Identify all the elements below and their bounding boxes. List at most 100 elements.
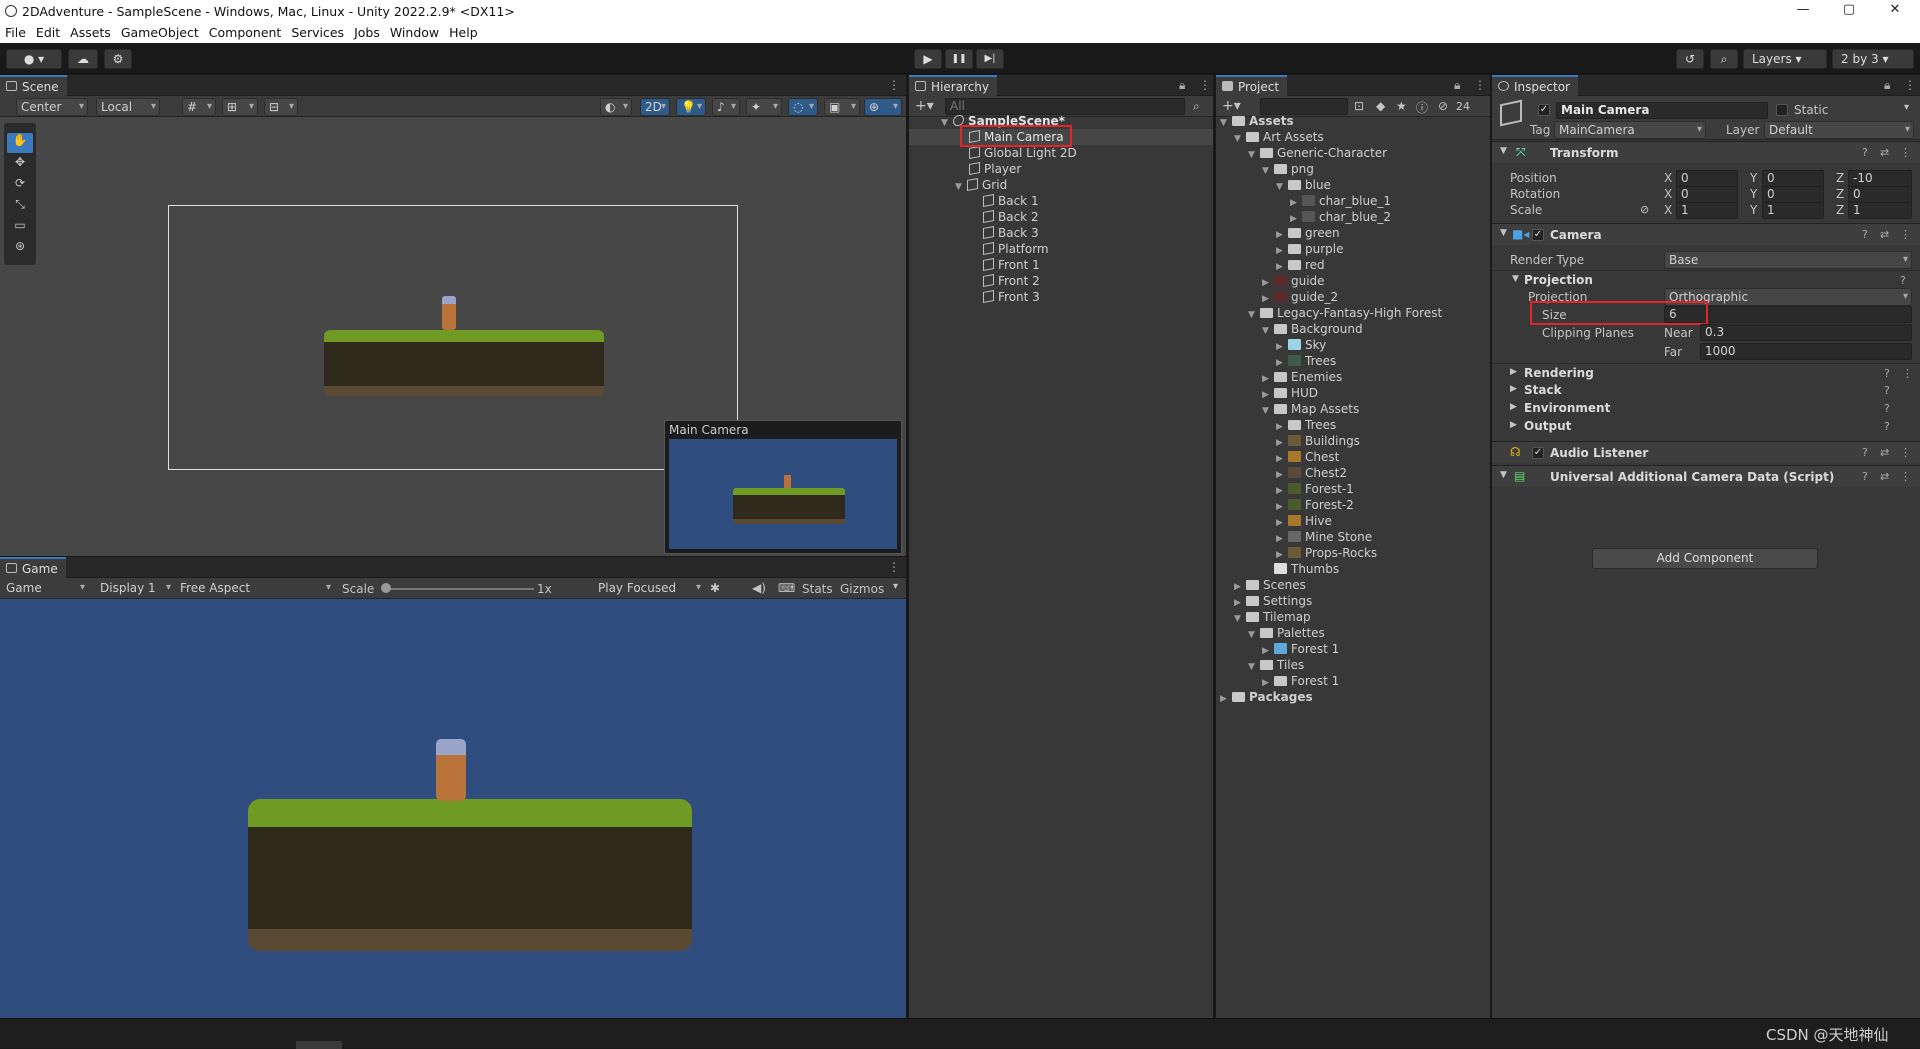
project-item-palettes[interactable]: ▼ Palettes	[1248, 625, 1325, 641]
project-item-hive[interactable]: ▶ Hive	[1276, 513, 1332, 529]
tab-hierarchy[interactable]: Hierarchy	[909, 75, 998, 96]
render-type-dropdown[interactable]: Base	[1664, 251, 1912, 269]
scale-slider-handle[interactable]	[381, 583, 391, 593]
camera-preset-icon[interactable]: ⇄	[1880, 228, 1889, 241]
bug-icon[interactable]: ✱	[710, 581, 720, 595]
project-item-palette-forest[interactable]: ▶ Forest 1	[1262, 641, 1339, 657]
menu-services[interactable]: Services	[286, 22, 349, 40]
position-y-input[interactable]: 0	[1762, 170, 1824, 187]
project-item-tiles-forest[interactable]: ▶ Forest 1	[1262, 673, 1339, 689]
grid-snap-icon[interactable]: #	[182, 98, 216, 116]
menu-file[interactable]: File	[0, 22, 31, 40]
rendering-menu-icon[interactable]: ⋮	[1902, 367, 1913, 380]
close-button[interactable]: ✕	[1872, 0, 1918, 22]
game-mode-dropdown[interactable]: Game	[2, 580, 88, 598]
2d-toggle[interactable]: 2D	[640, 98, 670, 116]
mute-audio-icon[interactable]: ◀)	[752, 581, 766, 595]
pivot-dropdown[interactable]: Center	[16, 98, 88, 116]
scale-x-input[interactable]: 1	[1676, 202, 1738, 219]
hierarchy-item-front2[interactable]: Front 2	[983, 273, 1040, 289]
project-item-char-blue-1[interactable]: ▶ char_blue_1	[1290, 193, 1391, 209]
layers-dropdown[interactable]: Layers ▾	[1743, 49, 1827, 69]
minimize-button[interactable]: —	[1780, 0, 1826, 22]
project-item-scenes[interactable]: ▶ Scenes	[1234, 577, 1306, 593]
project-item-settings[interactable]: ▶ Settings	[1234, 593, 1312, 609]
project-item-map-assets[interactable]: ▼ Map Assets	[1262, 401, 1359, 417]
project-item-chest2[interactable]: ▶ Chest2	[1276, 465, 1347, 481]
increment-snap-icon[interactable]: ⊟	[264, 98, 298, 116]
gizmos-button[interactable]: Gizmos	[840, 582, 884, 596]
move-tool-icon[interactable]: ✥	[7, 155, 33, 175]
audio-listener-header[interactable]: ☊ ✓ Audio Listener ? ⇄ ⋮	[1492, 441, 1920, 463]
play-focused-dropdown[interactable]: Play Focused	[594, 580, 704, 598]
stack-section[interactable]: ▶ Stack?	[1492, 381, 1920, 399]
project-create-icon[interactable]: +▾	[1222, 98, 1241, 114]
static-dropdown-icon[interactable]: ▾	[1904, 102, 1909, 113]
project-item-props-rocks[interactable]: ▶ Props-Rocks	[1276, 545, 1377, 561]
tab-game[interactable]: Game	[0, 557, 66, 578]
project-item-hud[interactable]: ▶ HUD	[1262, 385, 1318, 401]
transform-foldout-icon[interactable]: ▼	[1500, 146, 1507, 156]
menu-component[interactable]: Component	[204, 22, 287, 40]
menu-edit[interactable]: Edit	[31, 22, 65, 40]
environment-foldout-icon[interactable]: ▶	[1510, 402, 1517, 412]
step-button[interactable]: ▶|	[976, 49, 1004, 69]
scale-y-input[interactable]: 1	[1762, 202, 1824, 219]
object-active-checkbox[interactable]: ✓	[1538, 104, 1550, 116]
project-item-forest-2[interactable]: ▶ Forest-2	[1276, 497, 1354, 513]
search-by-label-icon[interactable]: ◆	[1376, 99, 1385, 113]
hierarchy-item-back2[interactable]: Back 2	[983, 209, 1039, 225]
rect-tool-icon[interactable]: ▭	[7, 218, 33, 238]
collab-icon[interactable]: ⚙	[104, 49, 132, 69]
project-item-generic-character[interactable]: ▼ Generic-Character	[1248, 145, 1387, 161]
position-x-input[interactable]: 0	[1676, 170, 1738, 187]
project-item-art-assets[interactable]: ▼ Art Assets	[1234, 129, 1324, 145]
urp-help-icon[interactable]: ?	[1862, 470, 1868, 483]
lighting-icon[interactable]: 💡	[676, 98, 706, 116]
display-dropdown[interactable]: Display 1	[96, 580, 174, 598]
environment-section[interactable]: ▶ Environment?	[1492, 399, 1920, 417]
output-section[interactable]: ▶ Output?	[1492, 417, 1920, 435]
project-item-background[interactable]: ▼ Background	[1262, 321, 1363, 337]
project-item-guide[interactable]: ▶ guide	[1262, 273, 1325, 289]
urp-menu-icon[interactable]: ⋮	[1900, 470, 1911, 483]
hierarchy-item-platform[interactable]: Platform	[983, 241, 1049, 257]
rotation-x-input[interactable]: 0	[1676, 186, 1738, 203]
audio-preset-icon[interactable]: ⇄	[1880, 446, 1889, 459]
project-item-red[interactable]: ▶ red	[1276, 257, 1325, 273]
saved-search-icon[interactable]: ★	[1396, 99, 1407, 113]
project-item-assets[interactable]: ▼ Assets	[1220, 113, 1294, 129]
project-item-enemies[interactable]: ▶ Enemies	[1262, 369, 1342, 385]
project-item-sky[interactable]: ▶ Sky	[1276, 337, 1326, 353]
static-checkbox[interactable]	[1776, 104, 1788, 116]
scale-tool-icon[interactable]: ⤡	[7, 197, 33, 217]
project-item-tilemap[interactable]: ▼ Tilemap	[1234, 609, 1311, 625]
account-button[interactable]: ● ▾	[6, 49, 62, 69]
projection-foldout-icon[interactable]: ▼	[1512, 274, 1519, 284]
environment-help-icon[interactable]: ?	[1884, 402, 1890, 415]
rendering-section[interactable]: ▶ Rendering? ⋮	[1492, 363, 1920, 381]
project-item-forest-1[interactable]: ▶ Forest-1	[1276, 481, 1354, 497]
project-item-packages[interactable]: ▶ Packages	[1220, 689, 1313, 705]
scene-menu-icon[interactable]: ⋮	[888, 78, 900, 92]
project-item-legacy-forest[interactable]: ▼ Legacy-Fantasy-High Forest	[1248, 305, 1442, 321]
project-item-trees-bg[interactable]: ▶ Trees	[1276, 353, 1336, 369]
info-icon[interactable]: ⓘ	[1416, 99, 1428, 116]
tab-project[interactable]: Project	[1216, 75, 1288, 96]
hierarchy-menu-icon[interactable]: ⋮	[1199, 78, 1211, 92]
projection-help-icon[interactable]: ?	[1900, 274, 1906, 287]
gizmos-icon[interactable]: ⊕	[864, 98, 902, 116]
transform-help-icon[interactable]: ?	[1862, 146, 1868, 159]
stack-foldout-icon[interactable]: ▶	[1510, 384, 1517, 394]
create-add-icon[interactable]: +▾	[915, 98, 934, 114]
menu-jobs[interactable]: Jobs	[349, 22, 385, 40]
transform-tool-icon[interactable]: ⊛	[7, 239, 33, 259]
menu-help[interactable]: Help	[444, 22, 483, 40]
tab-scene[interactable]: Scene	[0, 75, 67, 96]
menu-assets[interactable]: Assets	[65, 22, 116, 40]
play-button[interactable]: ▶	[914, 49, 942, 69]
scale-z-input[interactable]: 1	[1848, 202, 1912, 219]
output-help-icon[interactable]: ?	[1884, 420, 1890, 433]
menu-window[interactable]: Window	[385, 22, 444, 40]
search-icon[interactable]: ⌕	[1710, 49, 1738, 69]
